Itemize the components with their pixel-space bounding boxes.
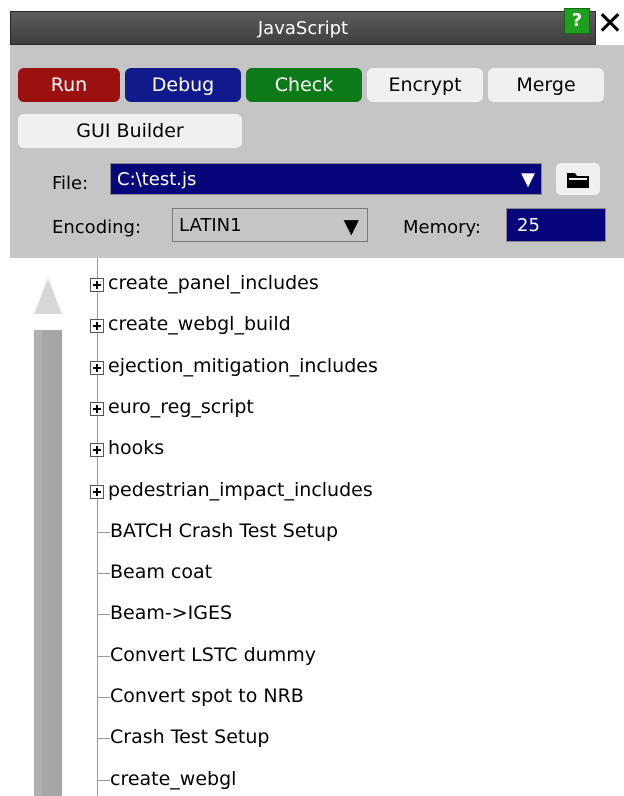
help-button[interactable]: ? bbox=[564, 8, 590, 34]
memory-field[interactable]: 25 bbox=[506, 208, 606, 242]
title-bar: JavaScript bbox=[10, 11, 596, 45]
chevron-down-icon: ▼ bbox=[343, 214, 359, 238]
expand-plus-icon[interactable] bbox=[90, 319, 104, 333]
memory-label: Memory: bbox=[403, 217, 481, 238]
file-select-value: C:\test.js bbox=[117, 169, 197, 190]
tree-connector bbox=[98, 738, 110, 739]
encrypt-button[interactable]: Encrypt bbox=[367, 68, 483, 102]
tree-item-label: Convert spot to NRB bbox=[110, 685, 304, 707]
tree-guide-line bbox=[97, 258, 98, 796]
tree-item-label: create_webgl bbox=[110, 768, 237, 790]
expand-plus-icon[interactable] bbox=[90, 485, 104, 499]
control-panel: Run Debug Check Encrypt Merge GUI Builde… bbox=[10, 45, 624, 258]
tree-item-label: pedestrian_impact_includes bbox=[108, 479, 373, 501]
encoding-label: Encoding: bbox=[52, 217, 142, 238]
file-label: File: bbox=[52, 173, 89, 194]
tree-item-label: create_webgl_build bbox=[108, 313, 291, 335]
tree-connector bbox=[98, 532, 110, 533]
merge-button[interactable]: Merge bbox=[488, 68, 604, 102]
tree-item-label: hooks bbox=[108, 437, 165, 459]
file-select[interactable]: C:\test.js ▼ bbox=[110, 163, 542, 195]
tree-item-label: euro_reg_script bbox=[108, 396, 254, 418]
script-tree: create_panel_includes create_webgl_builde… bbox=[10, 258, 624, 796]
tree-item-label: Beam->IGES bbox=[110, 602, 233, 624]
expand-plus-icon[interactable] bbox=[90, 361, 104, 375]
tree-item-label: create_panel_includes bbox=[108, 272, 319, 294]
expand-plus-icon[interactable] bbox=[90, 443, 104, 457]
window-title: JavaScript bbox=[257, 18, 349, 39]
tree-connector bbox=[98, 780, 110, 781]
folder-icon bbox=[567, 173, 589, 188]
tree-connector bbox=[98, 573, 110, 574]
scroll-up-arrow-icon[interactable] bbox=[34, 278, 62, 314]
tree-connector bbox=[98, 614, 110, 615]
browse-file-button[interactable] bbox=[556, 163, 600, 195]
memory-field-value: 25 bbox=[517, 215, 540, 236]
tree-item-label: Convert LSTC dummy bbox=[110, 644, 316, 666]
expand-plus-icon[interactable] bbox=[90, 278, 104, 292]
close-button[interactable]: ✕ bbox=[596, 6, 624, 40]
encoding-select-value: LATIN1 bbox=[179, 215, 242, 236]
chevron-down-icon: ▼ bbox=[521, 169, 535, 190]
tree-item-label: Crash Test Setup bbox=[110, 726, 270, 748]
tree-connector bbox=[98, 656, 110, 657]
tree-item-label: ejection_mitigation_includes bbox=[108, 355, 378, 377]
debug-button[interactable]: Debug bbox=[125, 68, 241, 102]
check-button[interactable]: Check bbox=[246, 68, 362, 102]
encoding-select[interactable]: LATIN1 ▼ bbox=[172, 208, 368, 242]
tree-item-label: BATCH Crash Test Setup bbox=[110, 520, 339, 542]
scrollbar-thumb[interactable] bbox=[34, 330, 62, 796]
run-button[interactable]: Run bbox=[18, 68, 120, 102]
tree-item-label: Beam coat bbox=[110, 561, 213, 583]
tree-connector bbox=[98, 697, 110, 698]
expand-plus-icon[interactable] bbox=[90, 402, 104, 416]
gui-builder-button[interactable]: GUI Builder bbox=[18, 114, 242, 148]
